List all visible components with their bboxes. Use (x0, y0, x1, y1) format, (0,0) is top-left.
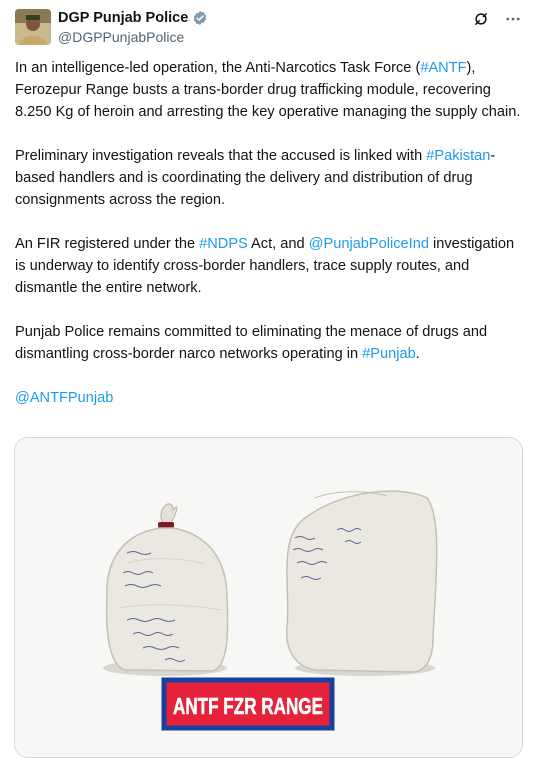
hashtag-punjab[interactable]: #Punjab (362, 346, 416, 362)
author-name-row: DGP Punjab Police (58, 10, 208, 26)
text-span: An FIR registered under the (15, 236, 200, 252)
text-span: Preliminary investigation reveals that t… (15, 148, 427, 164)
grok-icon[interactable] (471, 9, 491, 29)
text-span: Act, and (247, 236, 309, 252)
seized-bags-photo: ANTF FZR RANGE (15, 438, 522, 757)
top-actions (471, 9, 523, 29)
display-name[interactable]: DGP Punjab Police (58, 10, 188, 26)
author-handle[interactable]: @DGPPunjabPolice (58, 29, 184, 45)
hashtag-antf[interactable]: #ANTF (420, 60, 466, 76)
paragraph-5: @ANTFPunjab (15, 387, 525, 409)
post-text: In an intelligence-led operation, the An… (15, 57, 525, 409)
more-icon[interactable] (503, 9, 523, 29)
paragraph-4: Punjab Police remains committed to elimi… (15, 321, 525, 365)
mention-punjabpoliceind[interactable]: @PunjabPoliceInd (309, 236, 429, 252)
text-span: . (415, 346, 420, 362)
tweet: DGP Punjab Police @DGPPunjabPolice In an… (0, 0, 539, 767)
paragraph-2: Preliminary investigation reveals that t… (15, 145, 525, 211)
media-card[interactable]: ANTF FZR RANGE (14, 437, 523, 758)
banner-text: ANTF FZR RANGE (173, 693, 323, 719)
right-bag (286, 490, 438, 676)
avatar[interactable] (15, 9, 51, 45)
paragraph-1: In an intelligence-led operation, the An… (15, 57, 525, 123)
antf-banner: ANTF FZR RANGE (161, 677, 335, 731)
verified-badge-icon (192, 10, 208, 26)
mention-antfpunjab[interactable]: @ANTFPunjab (15, 390, 113, 406)
paragraph-3: An FIR registered under the #NDPS Act, a… (15, 233, 525, 299)
hashtag-ndps[interactable]: #NDPS (199, 236, 248, 252)
text-span: In an intelligence-led operation, the An… (15, 60, 421, 76)
hashtag-pakistan[interactable]: #Pakistan (426, 148, 490, 164)
